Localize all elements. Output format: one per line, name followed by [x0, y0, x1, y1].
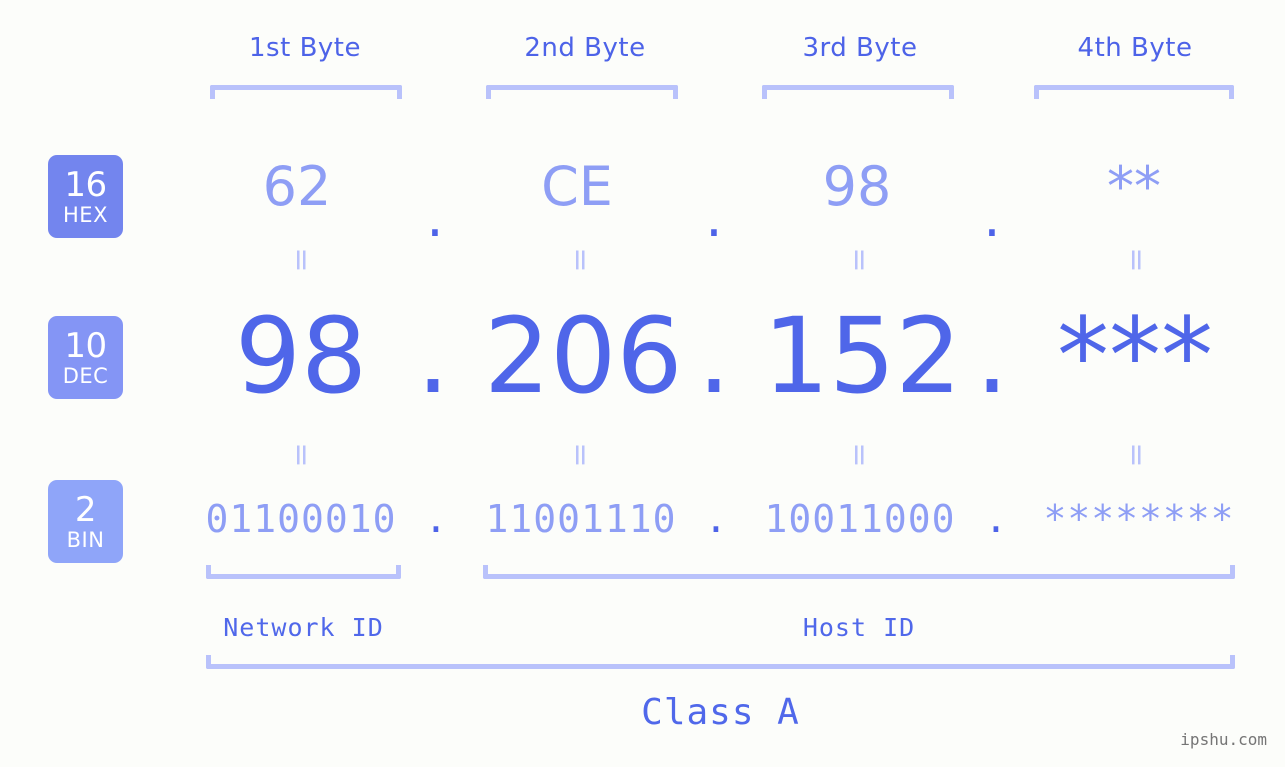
equals-marker-hex-dec-3: = — [842, 247, 877, 273]
network-id-bracket — [206, 565, 401, 579]
bin-octet-2: 11001110 — [485, 497, 677, 541]
bin-separator-1: . — [424, 497, 448, 541]
equals-marker-hex-dec-4: = — [1119, 247, 1154, 273]
base-badge-bin-number: 2 — [74, 489, 97, 530]
bin-octet-3: 10011000 — [764, 497, 956, 541]
host-id-bracket — [483, 565, 1235, 579]
byte-header-label-1: 1st Byte — [249, 33, 361, 63]
equals-marker-dec-bin-1: = — [284, 442, 319, 468]
equals-marker-dec-bin-3: = — [842, 442, 877, 468]
bin-octet-4: ******** — [1043, 497, 1235, 541]
dec-separator-2: . — [697, 295, 731, 417]
base-badge-dec-number: 10 — [64, 325, 107, 366]
base-badge-hex[interactable]: 16 HEX — [48, 155, 123, 238]
hex-separator-2: . — [705, 186, 723, 249]
base-badge-bin[interactable]: 2 BIN — [48, 480, 123, 563]
site-watermark: ipshu.com — [1180, 730, 1267, 749]
hex-separator-1: . — [426, 186, 444, 249]
base-badge-hex-number: 16 — [64, 164, 107, 205]
bin-octet-1: 01100010 — [205, 497, 397, 541]
hex-separator-3: . — [983, 186, 1001, 249]
equals-marker-dec-bin-2: = — [563, 442, 598, 468]
class-bracket — [206, 655, 1235, 669]
byte-bracket-top-2 — [486, 85, 678, 99]
class-label: Class A — [641, 692, 800, 733]
dec-octet-1: 98 — [234, 295, 368, 417]
byte-header-label-4: 4th Byte — [1077, 33, 1193, 63]
dec-octet-3: 152 — [763, 295, 962, 417]
dec-octet-2: 206 — [484, 295, 683, 417]
ip-address-breakdown-diagram: 1st Byte 2nd Byte 3rd Byte 4th Byte 16 H… — [0, 0, 1285, 767]
dec-octet-4: *** — [1057, 295, 1213, 417]
hex-octet-2: CE — [541, 155, 613, 218]
equals-marker-dec-bin-4: = — [1119, 442, 1154, 468]
byte-bracket-top-1 — [210, 85, 402, 99]
byte-bracket-top-4 — [1034, 85, 1234, 99]
equals-marker-hex-dec-1: = — [284, 247, 319, 273]
dec-separator-1: . — [416, 295, 450, 417]
base-badge-hex-abbr: HEX — [63, 202, 108, 227]
hex-octet-4: ** — [1107, 155, 1161, 218]
network-id-label: Network ID — [223, 613, 384, 642]
equals-marker-hex-dec-2: = — [563, 247, 598, 273]
bin-separator-2: . — [704, 497, 728, 541]
byte-header-label-3: 3rd Byte — [802, 33, 918, 63]
bin-separator-3: . — [984, 497, 1008, 541]
base-badge-dec-abbr: DEC — [62, 363, 109, 388]
dec-separator-3: . — [975, 295, 1009, 417]
base-badge-dec[interactable]: 10 DEC — [48, 316, 123, 399]
base-badge-bin-abbr: BIN — [66, 527, 105, 552]
byte-header-label-2: 2nd Byte — [524, 33, 646, 63]
hex-octet-1: 62 — [262, 155, 332, 218]
host-id-label: Host ID — [802, 613, 916, 642]
hex-octet-3: 98 — [822, 155, 892, 218]
byte-bracket-top-3 — [762, 85, 954, 99]
